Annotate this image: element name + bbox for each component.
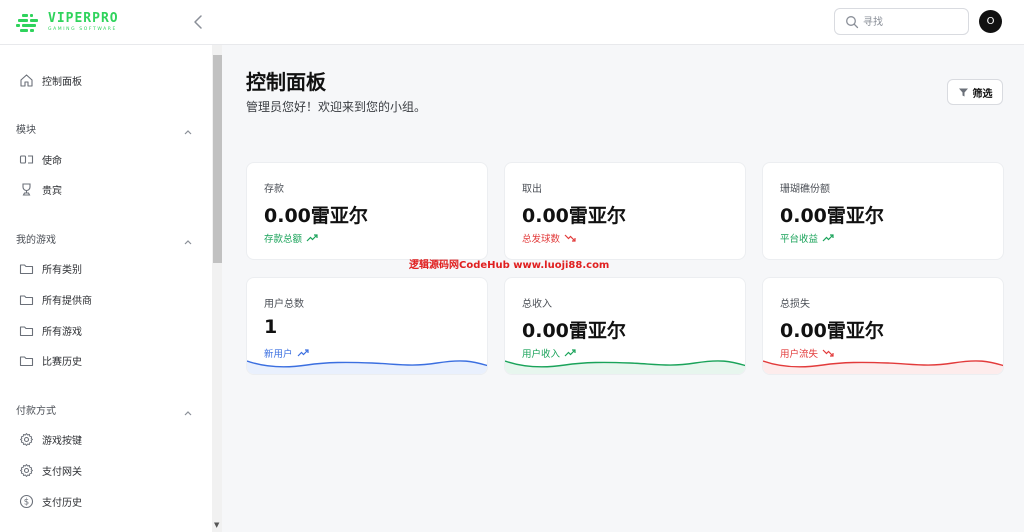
card-label: 用户总数 [264, 299, 304, 310]
gear-icon [18, 431, 34, 447]
folder-icon [18, 260, 34, 276]
mission-icon [18, 151, 34, 167]
trophy-icon [18, 181, 34, 197]
sidebar-item-label: 贵宾 [42, 185, 62, 197]
sidebar-scroll-thumb[interactable] [213, 55, 222, 263]
card-reef-share: 珊瑚礁份额 0.00雷亚尔 平台收益 [762, 162, 1004, 260]
sidebar-item-label: 所有提供商 [42, 295, 92, 307]
section-title-modules: 模块 [16, 125, 36, 136]
folder-icon [18, 322, 34, 338]
folder-icon [18, 291, 34, 307]
card-label: 总收入 [522, 299, 552, 310]
watermark-text: 逻辑源码网CodeHub www.luoji88.com [409, 260, 610, 271]
chevron-up-icon[interactable] [182, 403, 194, 416]
sidebar-item-label: 比赛历史 [42, 356, 82, 368]
search-icon [846, 16, 859, 29]
sidebar-item-label: 所有类别 [42, 264, 82, 276]
section-title-payment: 付款方式 [16, 406, 56, 417]
card-trend-label: 存款总额 [264, 234, 303, 245]
logo-sub-text: GAMING SOFTWARE [48, 27, 117, 32]
sidebar-item-label: 使命 [42, 155, 62, 167]
card-label: 珊瑚礁份额 [780, 184, 830, 195]
card-total-users: 用户总数 1 新用户 [246, 277, 488, 375]
card-trend: 平台收益 [780, 231, 834, 245]
trend-up-icon [822, 234, 834, 242]
sidebar-item-all-providers[interactable]: 所有提供商 [18, 289, 92, 309]
scroll-down-icon[interactable]: ▼ [214, 521, 219, 529]
search-box[interactable] [834, 8, 969, 35]
card-total-income: 总收入 0.00雷亚尔 用户收入 [504, 277, 746, 375]
sidebar: 控制面板 模块 使命 贵宾 我的游戏 所有类别 所有提供商 所有游戏 比赛历史 … [0, 45, 222, 532]
sidebar-item-label: 游戏按键 [42, 435, 82, 447]
sidebar-item-payment-gateway[interactable]: 支付网关 [18, 460, 82, 480]
sidebar-item-payment-history[interactable]: $ 支付历史 [18, 491, 82, 511]
chevron-up-icon[interactable] [182, 232, 194, 245]
logo-main-text: VIPERPRO [48, 11, 119, 26]
card-withdraw: 取出 0.00雷亚尔 总发球数 [504, 162, 746, 260]
user-avatar[interactable]: O [979, 10, 1002, 33]
chevron-left-icon [194, 15, 202, 29]
sparkline-green [505, 360, 745, 374]
card-deposit: 存款 0.00雷亚尔 存款总额 [246, 162, 488, 260]
sparkline-red [763, 360, 1003, 374]
search-input[interactable] [863, 13, 963, 31]
sidebar-item-missions[interactable]: 使命 [18, 149, 62, 169]
funnel-icon [958, 88, 968, 96]
card-value: 1 [264, 316, 278, 338]
trend-down-icon [564, 234, 576, 242]
sidebar-item-game-keys[interactable]: 游戏按键 [18, 429, 82, 449]
sidebar-item-all-games[interactable]: 所有游戏 [18, 320, 82, 340]
chevron-up-icon[interactable] [182, 122, 194, 135]
viperpro-logo[interactable]: VIPERPRO GAMING SOFTWARE [16, 12, 119, 34]
section-title-my-games: 我的游戏 [16, 235, 56, 246]
sidebar-item-vip[interactable]: 贵宾 [18, 179, 62, 199]
logo-mark-icon [16, 12, 46, 34]
trend-up-icon [306, 234, 318, 242]
gear-icon [18, 462, 34, 478]
card-trend-label: 平台收益 [780, 234, 819, 245]
page-title: 控制面板 [246, 70, 326, 94]
card-value: 0.00雷亚尔 [522, 320, 626, 342]
top-bar: VIPERPRO GAMING SOFTWARE O [0, 0, 1024, 45]
card-value: 0.00雷亚尔 [780, 320, 884, 342]
collapse-sidebar-button[interactable] [191, 13, 207, 31]
filter-button[interactable]: 筛选 [947, 79, 1003, 105]
sidebar-item-label: 控制面板 [42, 76, 82, 88]
card-trend: 存款总额 [264, 231, 318, 245]
card-label: 取出 [522, 184, 542, 195]
sidebar-item-all-categories[interactable]: 所有类别 [18, 258, 82, 278]
sidebar-item-label: 所有游戏 [42, 326, 82, 338]
sparkline-blue [247, 360, 487, 374]
card-value: 0.00雷亚尔 [264, 205, 368, 227]
card-label: 总损失 [780, 299, 810, 310]
card-label: 存款 [264, 184, 284, 195]
sidebar-item-label: 支付历史 [42, 497, 82, 509]
home-icon [18, 72, 34, 88]
card-trend-label: 总发球数 [522, 234, 561, 245]
card-value: 0.00雷亚尔 [522, 205, 626, 227]
card-total-loss: 总损失 0.00雷亚尔 用户流失 [762, 277, 1004, 375]
card-value: 0.00雷亚尔 [780, 205, 884, 227]
svg-text:$: $ [23, 497, 28, 507]
sidebar-item-dashboard[interactable]: 控制面板 [18, 70, 82, 90]
folder-icon [18, 352, 34, 368]
dollar-circle-icon: $ [18, 493, 34, 509]
sidebar-item-label: 支付网关 [42, 466, 82, 478]
page-subtitle: 管理员您好！欢迎来到您的小组。 [246, 100, 427, 114]
sidebar-item-match-history[interactable]: 比赛历史 [18, 350, 82, 370]
filter-label: 筛选 [972, 88, 993, 100]
card-trend: 总发球数 [522, 231, 576, 245]
